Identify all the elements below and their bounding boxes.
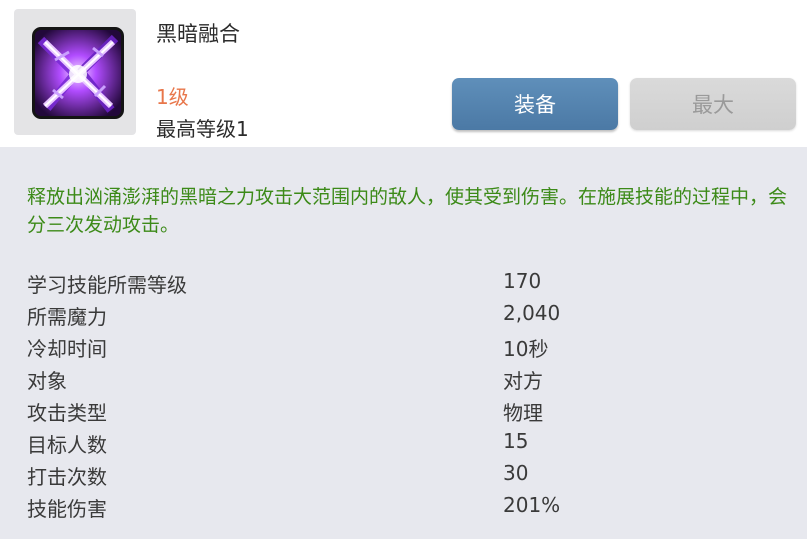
stat-row-attack-type: 攻击类型 物理 [27, 393, 787, 425]
stat-label: 学习技能所需等级 [27, 273, 187, 297]
skill-stats-list: 学习技能所需等级 170 所需魔力 2,040 冷却时间 10秒 对象 对方 攻… [27, 265, 787, 521]
stat-row-cooldown: 冷却时间 10秒 [27, 329, 787, 361]
skill-detail-panel: 释放出汹涌澎湃的黑暗之力攻击大范围内的敌人，使其受到伤害。在施展技能的过程中，会… [0, 147, 807, 539]
skill-header: 黑暗融合 1级 最高等级1 装备 最大 [0, 0, 807, 143]
stat-value: 201% [503, 493, 561, 517]
stat-value: 2,040 [503, 301, 561, 325]
dark-fusion-skill-icon [32, 27, 124, 119]
stat-value: 对方 [503, 369, 543, 393]
stat-row-mp-cost: 所需魔力 2,040 [27, 297, 787, 329]
stat-row-hit-count: 打击次数 30 [27, 457, 787, 489]
stat-row-target: 对象 对方 [27, 361, 787, 393]
skill-name: 黑暗融合 [156, 22, 240, 46]
max-button[interactable]: 最大 [630, 78, 796, 130]
stat-value: 物理 [503, 401, 543, 425]
stat-row-skill-damage: 技能伤害 201% [27, 489, 787, 521]
skill-icon-frame [14, 9, 136, 135]
stat-value: 15 [503, 429, 529, 453]
skill-max-level: 最高等级1 [156, 117, 249, 141]
stat-row-target-count: 目标人数 15 [27, 425, 787, 457]
stat-label: 打击次数 [27, 465, 107, 489]
stat-value: 170 [503, 269, 542, 293]
stat-value: 30 [503, 461, 529, 485]
stat-row-required-level: 学习技能所需等级 170 [27, 265, 787, 297]
skill-description: 释放出汹涌澎湃的黑暗之力攻击大范围内的敌人，使其受到伤害。在施展技能的过程中，会… [27, 186, 788, 236]
equip-button[interactable]: 装备 [452, 78, 618, 130]
skill-level: 1级 [156, 85, 189, 109]
stat-label: 所需魔力 [27, 305, 107, 329]
stat-label: 技能伤害 [27, 497, 107, 521]
stat-label: 攻击类型 [27, 401, 107, 425]
stat-label: 对象 [27, 369, 67, 393]
stat-label: 冷却时间 [27, 337, 107, 361]
stat-label: 目标人数 [27, 433, 107, 457]
stat-value: 10秒 [503, 337, 549, 361]
